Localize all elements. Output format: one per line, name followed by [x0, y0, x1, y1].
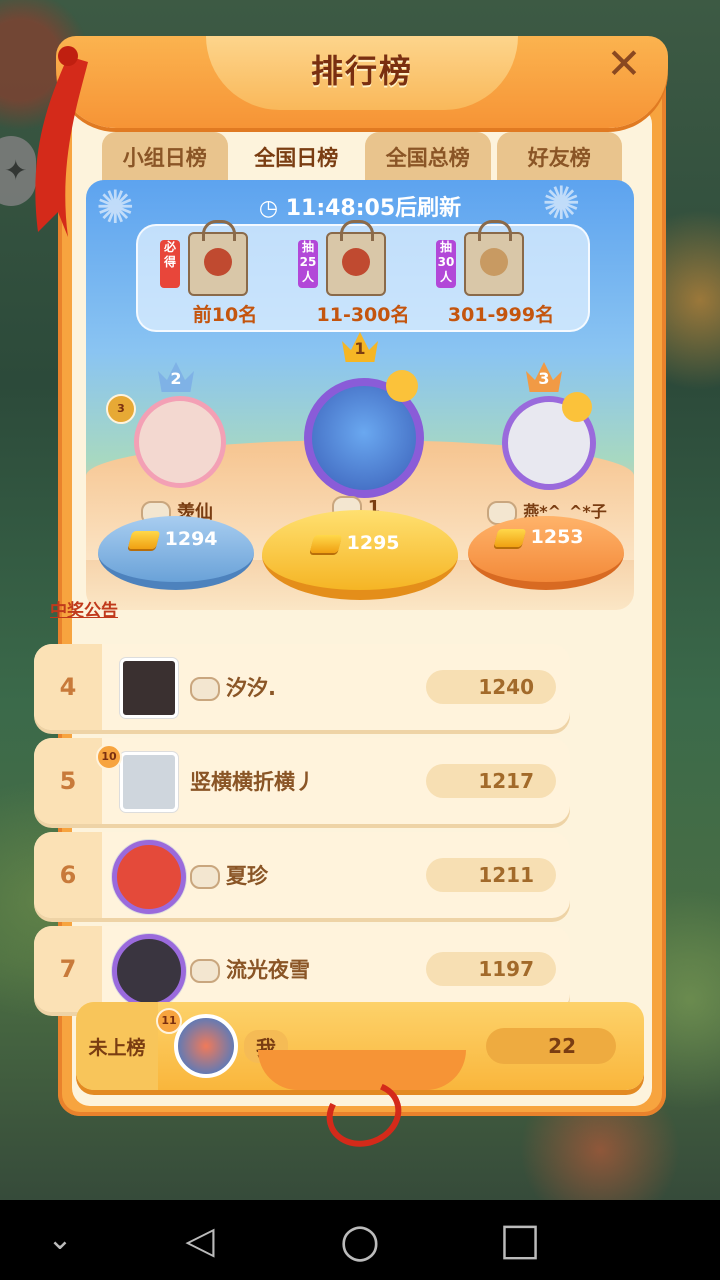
player-name: 汐汐. — [226, 676, 276, 700]
list-item[interactable]: 5 10 竖横横折横丿 1217 — [34, 738, 570, 824]
system-navigation-bar: ⌄ ◁ ○ □ — [0, 1200, 720, 1280]
crown-icon: 2 — [158, 362, 194, 392]
avatar[interactable] — [174, 1014, 238, 1078]
list-item[interactable]: 4 汐汐. 1240 — [34, 644, 570, 730]
avatar[interactable] — [120, 658, 178, 718]
rabbit-icon — [190, 865, 220, 889]
sun-decoration — [386, 370, 418, 402]
prize-301-999[interactable]: 抽30人 301-999名 — [436, 220, 566, 326]
timer-suffix: 后刷新 — [395, 196, 462, 221]
score-value: 1294 — [164, 528, 218, 550]
my-score-value: 22 — [486, 1028, 616, 1064]
back-icon[interactable]: ◁ — [170, 1220, 230, 1260]
prize-tag: 必得 — [160, 240, 180, 288]
podium-score-2: 1294 — [127, 528, 218, 550]
gold-bar-icon — [493, 528, 527, 547]
avatar[interactable] — [112, 934, 186, 1008]
prize-range-label: 301-999名 — [447, 304, 555, 326]
score-value: 1240 — [426, 670, 556, 704]
avatar[interactable] — [112, 840, 186, 914]
podium-stage: ✺ ✺ ◷ 11:48:05后刷新 必得 前10名 抽25人 11-300名 抽… — [86, 180, 634, 610]
score-value: 1217 — [426, 764, 556, 798]
score-value: 1211 — [426, 858, 556, 892]
list-item[interactable]: 6 夏珍 1211 — [34, 832, 570, 918]
clock-icon: ◷ — [258, 196, 279, 221]
level-badge: 10 — [96, 744, 122, 770]
prize-tag: 抽30人 — [436, 240, 456, 288]
list-item[interactable]: 7 流光夜雪 1197 — [34, 926, 570, 1012]
gift-icon: ✦ — [4, 154, 28, 187]
prize-top10[interactable]: 必得 前10名 — [160, 220, 290, 326]
close-button[interactable]: ✕ — [600, 40, 648, 88]
prize-11-300[interactable]: 抽25人 11-300名 — [298, 220, 428, 326]
tab-bar: 小组日榜 全国日榜 全国总榜 好友榜 — [102, 132, 622, 182]
close-icon: ✕ — [606, 39, 642, 88]
score-value: 1295 — [346, 532, 400, 554]
gold-bar-icon — [309, 534, 343, 553]
sun-decoration — [562, 392, 592, 422]
my-rank-label: 未上榜 — [76, 1002, 158, 1090]
tab-national-daily[interactable]: 全国日榜 — [233, 132, 359, 182]
podium-score-1: 1295 — [309, 532, 400, 554]
player-name-cell: 汐汐. — [190, 672, 276, 702]
recent-apps-icon[interactable]: □ — [490, 1218, 550, 1262]
prize-range-label: 11-300名 — [316, 304, 410, 326]
podium-score-3: 1253 — [493, 526, 584, 548]
player-name: 竖横横折横丿 — [190, 770, 316, 794]
rank-number: 5 — [34, 738, 102, 824]
score-value: 1197 — [426, 952, 556, 986]
tab-national-total[interactable]: 全国总榜 — [365, 132, 491, 182]
panel-header: 排行榜 ✕ — [56, 36, 668, 128]
player-name-cell: 流光夜雪 — [190, 954, 310, 984]
player-name: 流光夜雪 — [226, 958, 310, 982]
tab-group-daily[interactable]: 小组日榜 — [102, 132, 228, 182]
gold-bar-icon — [127, 530, 161, 549]
avatar[interactable] — [120, 752, 178, 812]
tote-bag-icon — [188, 220, 248, 296]
winner-announcement-link[interactable]: 中奖公告 — [50, 596, 118, 621]
prize-range-label: 前10名 — [192, 304, 258, 326]
crown-icon: 1 — [342, 332, 378, 362]
avatar[interactable] — [134, 396, 226, 488]
timer-value: 11:48:05 — [285, 196, 396, 221]
score-value: 1253 — [530, 526, 584, 548]
pedestal-1 — [262, 510, 458, 600]
prize-panel: 必得 前10名 抽25人 11-300名 抽30人 301-999名 — [136, 220, 590, 332]
refresh-timer: ◷ 11:48:05后刷新 — [86, 190, 634, 222]
level-badge: 3 — [106, 394, 136, 424]
player-name: 夏珍 — [226, 864, 268, 888]
tote-bag-icon — [326, 220, 386, 296]
prize-tag: 抽25人 — [298, 240, 318, 288]
page-title: 排行榜 — [310, 52, 413, 90]
tote-bag-icon — [464, 220, 524, 296]
rabbit-icon — [190, 959, 220, 983]
rabbit-icon — [190, 677, 220, 701]
home-icon[interactable]: ○ — [330, 1217, 390, 1263]
tab-friends[interactable]: 好友榜 — [496, 132, 622, 182]
chevron-down-icon[interactable]: ⌄ — [30, 1220, 90, 1260]
rank-number: 7 — [34, 926, 102, 1012]
rank-number: 6 — [34, 832, 102, 918]
rank-number: 4 — [34, 644, 102, 730]
player-name-cell: 夏珍 — [190, 860, 268, 890]
crown-icon: 3 — [526, 362, 562, 392]
